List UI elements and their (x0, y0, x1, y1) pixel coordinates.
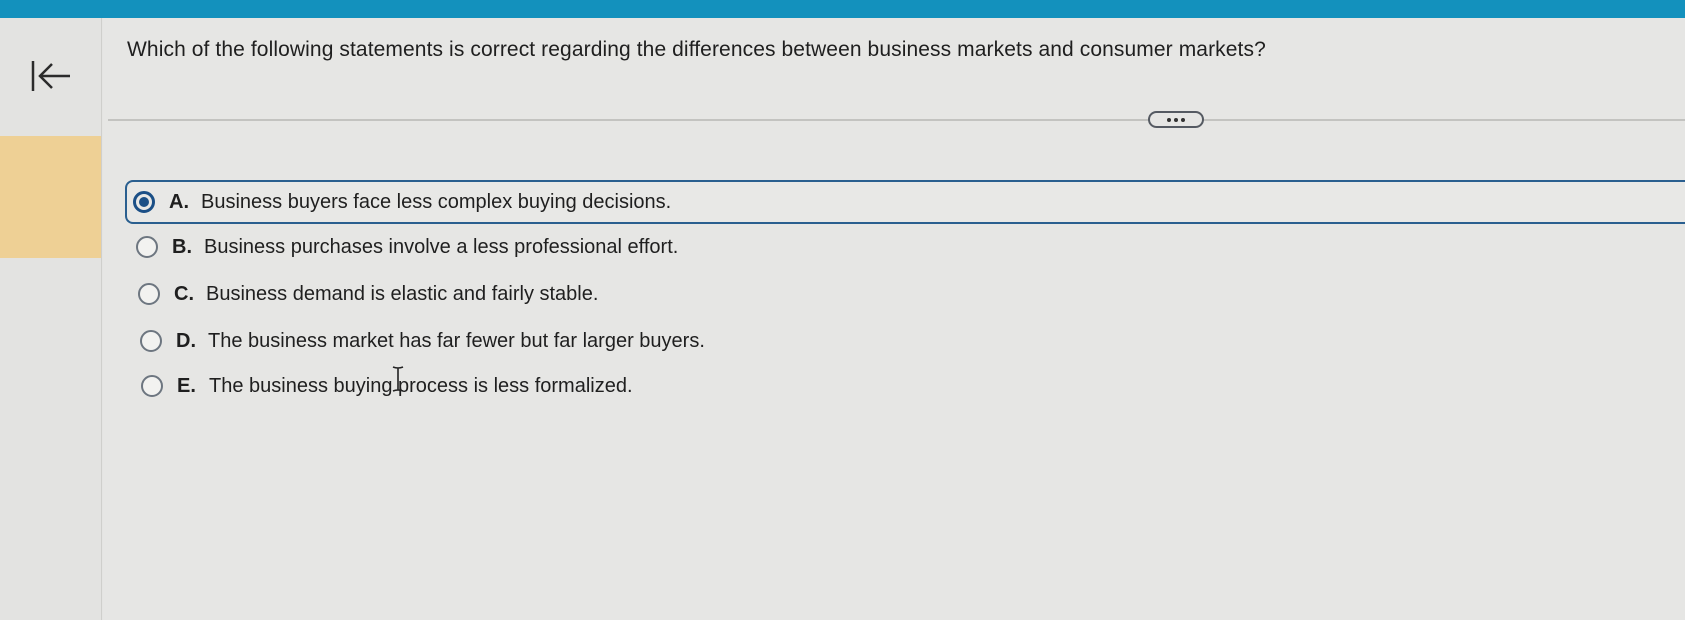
more-options-icon (1167, 117, 1171, 122)
text-cursor-icon (392, 366, 404, 392)
more-options-icon (1174, 117, 1178, 122)
option-text: Business buyers face less complex buying… (201, 190, 672, 213)
top-bar (0, 0, 1685, 18)
option-letter: D. (176, 329, 196, 352)
question-text: Which of the following statements is cor… (127, 38, 1266, 61)
radio-button[interactable] (141, 375, 163, 397)
option-letter: A. (169, 190, 189, 213)
radio-button[interactable] (133, 191, 155, 213)
option-text: The business market has far fewer but fa… (208, 329, 705, 352)
option-text: The business buying process is less form… (209, 374, 633, 397)
option-letter: E. (177, 374, 196, 397)
question-panel: Which of the following statements is cor… (103, 18, 1685, 620)
left-rail (0, 18, 102, 620)
radio-button[interactable] (140, 330, 162, 352)
answer-option-c[interactable]: C. Business demand is elastic and fairly… (130, 272, 1685, 316)
radio-button[interactable] (136, 236, 158, 258)
option-text: Business demand is elastic and fairly st… (206, 282, 599, 305)
option-letter: B. (172, 235, 192, 258)
answer-option-d[interactable]: D. The business market has far fewer but… (132, 319, 1685, 363)
answer-option-e[interactable]: E. The business buying process is less f… (133, 364, 1685, 408)
more-options-icon (1181, 117, 1185, 122)
option-text: Business purchases involve a less profes… (204, 235, 679, 258)
current-question-indicator (0, 136, 101, 258)
more-options-button[interactable] (1148, 111, 1204, 128)
radio-button[interactable] (138, 283, 160, 305)
option-letter: C. (174, 282, 194, 305)
back-to-start-icon[interactable] (30, 58, 80, 94)
answer-option-b[interactable]: B. Business purchases involve a less pro… (128, 225, 1685, 269)
answer-option-a[interactable]: A. Business buyers face less complex buy… (125, 180, 1685, 224)
divider (108, 119, 1685, 121)
